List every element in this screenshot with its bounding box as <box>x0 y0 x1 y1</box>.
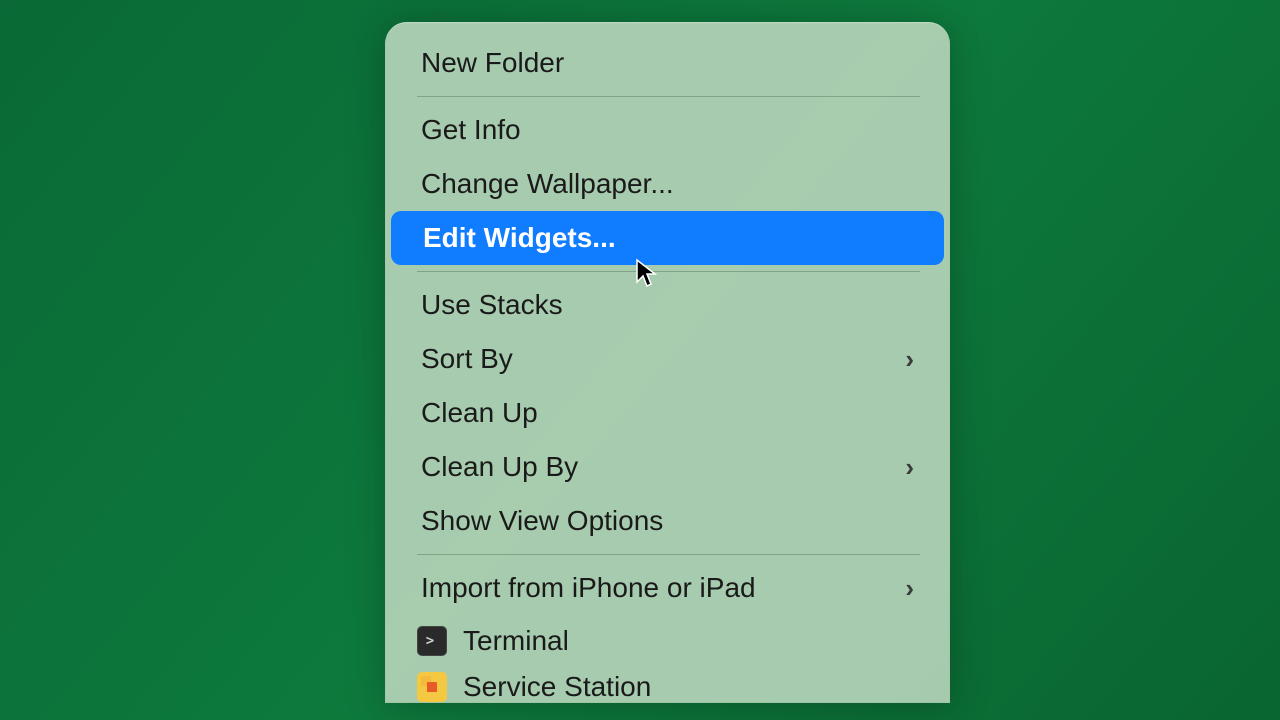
menu-item-label: Use Stacks <box>421 289 563 321</box>
desktop-context-menu: New Folder Get Info Change Wallpaper... … <box>385 22 950 703</box>
menu-item-label: Show View Options <box>421 505 663 537</box>
menu-item-label: Clean Up <box>421 397 538 429</box>
chevron-right-icon: › <box>905 344 914 375</box>
menu-item-clean-up-by[interactable]: Clean Up By › <box>389 440 946 494</box>
chevron-right-icon: › <box>905 573 914 604</box>
menu-item-edit-widgets[interactable]: Edit Widgets... <box>391 211 944 265</box>
menu-item-new-folder[interactable]: New Folder <box>389 36 946 90</box>
menu-divider <box>417 96 920 97</box>
menu-item-clean-up[interactable]: Clean Up <box>389 386 946 440</box>
menu-item-label: Change Wallpaper... <box>421 168 674 200</box>
menu-item-change-wallpaper[interactable]: Change Wallpaper... <box>389 157 946 211</box>
menu-item-terminal[interactable]: Terminal <box>385 615 950 667</box>
terminal-icon <box>417 626 447 656</box>
menu-item-label: Clean Up By <box>421 451 578 483</box>
service-station-icon <box>417 672 447 702</box>
menu-item-sort-by[interactable]: Sort By › <box>389 332 946 386</box>
menu-item-get-info[interactable]: Get Info <box>389 103 946 157</box>
menu-item-label: New Folder <box>421 47 564 79</box>
menu-item-label: Service Station <box>463 671 651 703</box>
menu-item-label: Import from iPhone or iPad <box>421 572 756 604</box>
menu-item-show-view-options[interactable]: Show View Options <box>389 494 946 548</box>
menu-item-service-station[interactable]: Service Station <box>385 667 950 703</box>
menu-item-label: Sort By <box>421 343 513 375</box>
menu-item-label: Terminal <box>463 625 569 657</box>
chevron-right-icon: › <box>905 452 914 483</box>
menu-divider <box>417 554 920 555</box>
menu-item-label: Get Info <box>421 114 521 146</box>
menu-divider <box>417 271 920 272</box>
menu-item-import-from-iphone[interactable]: Import from iPhone or iPad › <box>389 561 946 615</box>
menu-item-label: Edit Widgets... <box>423 222 616 254</box>
menu-item-use-stacks[interactable]: Use Stacks <box>389 278 946 332</box>
